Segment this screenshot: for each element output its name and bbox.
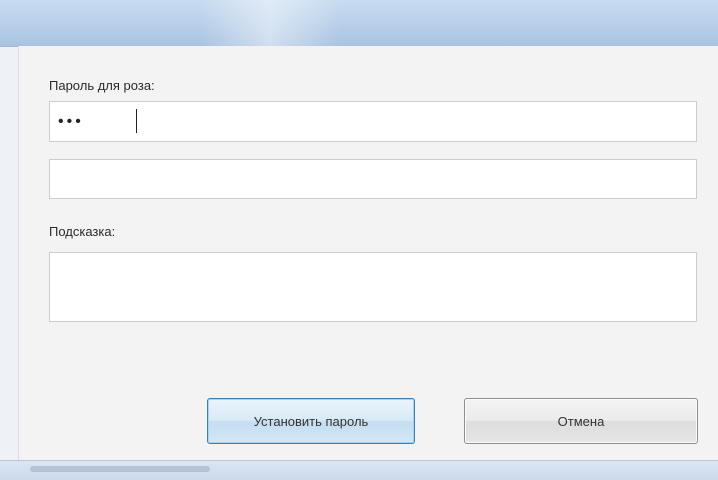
taskbar-shadow [30, 466, 210, 472]
set-password-button[interactable]: Установить пароль [207, 398, 415, 444]
dialog-body: Пароль для роза: Подсказка: Установить п… [18, 46, 718, 460]
password-field-container [49, 101, 697, 142]
cancel-button[interactable]: Отмена [464, 398, 698, 444]
title-bar-glare [200, 0, 340, 46]
set-password-dialog: Пароль для роза: Подсказка: Установить п… [0, 0, 718, 480]
text-caret [136, 109, 137, 133]
confirm-password-input[interactable] [50, 160, 696, 198]
confirm-field-container [49, 159, 697, 199]
password-label: Пароль для роза: [49, 78, 155, 93]
hint-label: Подсказка: [49, 224, 116, 239]
hint-field-container [49, 252, 697, 322]
hint-textarea[interactable] [50, 253, 696, 321]
password-input[interactable] [50, 102, 696, 141]
title-bar[interactable] [0, 0, 718, 47]
